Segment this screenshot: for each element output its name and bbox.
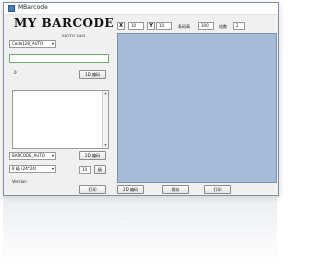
save-button[interactable]: 保存 [162, 185, 189, 194]
app-heading: MY BARCODE [14, 16, 115, 30]
encode-1d-button[interactable]: 1D 编码 [79, 70, 106, 79]
encode-2d-button[interactable]: 2D 编码 [79, 151, 106, 160]
chevron-down-icon: ▾ [51, 153, 54, 158]
size-button[interactable]: 级 [94, 165, 106, 174]
size-value-input[interactable]: 10 [79, 166, 91, 174]
symbology-select[interactable]: Code128_AUTO ▾ [9, 40, 56, 48]
app-subheading: MOTO YAN [62, 33, 86, 38]
app-window: MBarcode MY BARCODE MOTO YAN Code128_AUT… [3, 2, 279, 196]
y-label: Y [147, 22, 155, 30]
version-label: Version [12, 179, 27, 184]
title-bar: MBarcode [4, 3, 278, 15]
text-area[interactable]: ▲ ▼ [12, 90, 109, 149]
print-button[interactable]: 打印 [204, 185, 231, 194]
data-input[interactable] [9, 54, 109, 63]
ratio-input[interactable]: 2 [233, 22, 245, 30]
y-input[interactable]: 10 [156, 22, 172, 30]
window-reflection [3, 196, 277, 266]
qr-symbology-select-value: BARCODE_AUTO [12, 153, 45, 158]
chevron-down-icon: ▾ [51, 41, 54, 46]
symbology-select-value: Code128_AUTO [12, 41, 44, 46]
size-select-value: 8 级 (24*24) [12, 166, 37, 171]
encode-bottom-button[interactable]: 2D 编码 [117, 185, 144, 194]
window-title: MBarcode [18, 4, 48, 11]
qr-symbology-select[interactable]: BARCODE_AUTO ▾ [9, 152, 56, 160]
check-label: 0 [14, 70, 17, 75]
scroll-down-icon[interactable]: ▼ [103, 143, 108, 148]
ratio-label: 倍数 [219, 24, 227, 29]
app-icon [8, 5, 15, 12]
size-select[interactable]: 8 级 (24*24) ▾ [9, 165, 56, 173]
x-label: X [117, 22, 125, 30]
print-left-button[interactable]: 打印 [79, 185, 106, 194]
x-input[interactable]: 10 [128, 22, 144, 30]
scroll-up-icon[interactable]: ▲ [103, 91, 108, 96]
bar-height-input[interactable]: 300 [198, 22, 214, 30]
barcode-canvas[interactable] [117, 33, 277, 183]
bar-height-label: 条码高 [178, 24, 190, 29]
chevron-down-icon: ▾ [51, 166, 54, 171]
scrollbar[interactable]: ▲ ▼ [102, 91, 108, 148]
